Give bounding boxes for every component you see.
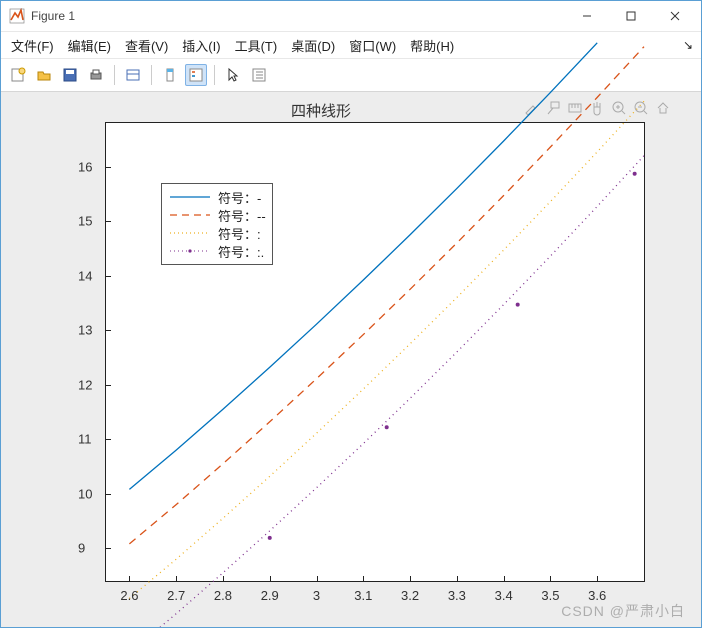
- ruler-icon[interactable]: [567, 100, 583, 119]
- legend[interactable]: 符号：- 符号：-- 符号：: 符号：:.: [161, 183, 273, 265]
- legend-entry-dashdot[interactable]: 符号：:.: [168, 242, 266, 260]
- menu-insert[interactable]: 插入(I): [182, 36, 220, 55]
- home-icon[interactable]: [655, 100, 671, 119]
- new-figure-button[interactable]: [7, 64, 29, 86]
- legend-entry-dashed[interactable]: 符号：--: [168, 206, 266, 224]
- menu-view[interactable]: 查看(V): [125, 36, 168, 55]
- menu-window[interactable]: 窗口(W): [349, 36, 396, 55]
- legend-entry-solid[interactable]: 符号：-: [168, 188, 266, 206]
- pan-icon[interactable]: [589, 100, 605, 119]
- x-tick-label: 2.6: [120, 588, 138, 603]
- x-tick-label: 3.5: [541, 588, 559, 603]
- menu-tools[interactable]: 工具(T): [235, 36, 278, 55]
- figure-canvas[interactable]: 四种线形 符号：- 符号：--: [1, 92, 701, 627]
- y-tick-label: 11: [78, 432, 92, 447]
- legend-label: 符号：--: [218, 206, 266, 225]
- brush-icon[interactable]: [523, 100, 539, 119]
- legend-entry-dotted[interactable]: 符号：:: [168, 224, 266, 242]
- x-tick-label: 3.4: [495, 588, 513, 603]
- window-title: Figure 1: [31, 9, 75, 23]
- menu-desktop[interactable]: 桌面(D): [291, 36, 335, 55]
- menu-help[interactable]: 帮助(H): [410, 36, 454, 55]
- open-button[interactable]: [33, 64, 55, 86]
- y-tick-label: 9: [78, 541, 85, 556]
- x-tick-label: 3.1: [354, 588, 372, 603]
- legend-label: 符号：:.: [218, 242, 264, 261]
- pointer-button[interactable]: [222, 64, 244, 86]
- x-tick-label: 3.2: [401, 588, 419, 603]
- watermark: CSDN @严肃小白: [561, 601, 685, 621]
- y-tick-label: 16: [78, 159, 92, 174]
- matlab-icon: [9, 8, 25, 24]
- titlebar: Figure 1: [1, 1, 701, 32]
- x-tick-label: 2.9: [261, 588, 279, 603]
- toolbar: [1, 59, 701, 92]
- print-button[interactable]: [85, 64, 107, 86]
- menu-edit[interactable]: 编辑(E): [68, 36, 111, 55]
- close-button[interactable]: [653, 2, 697, 30]
- datatip-icon[interactable]: [545, 100, 561, 119]
- menu-file[interactable]: 文件(F): [11, 36, 54, 55]
- toolbar-separator: [214, 65, 215, 85]
- menubar: 文件(F) 编辑(E) 查看(V) 插入(I) 工具(T) 桌面(D) 窗口(W…: [1, 32, 701, 59]
- colorbar-button[interactable]: [159, 64, 181, 86]
- toolbar-separator: [151, 65, 152, 85]
- figure-window: Figure 1 文件(F) 编辑(E) 查看(V) 插入(I) 工具(T) 桌…: [0, 0, 702, 628]
- x-tick-label: 2.7: [167, 588, 185, 603]
- x-tick-label: 3: [313, 588, 320, 603]
- maximize-button[interactable]: [609, 2, 653, 30]
- axes[interactable]: 符号：- 符号：-- 符号：: 符号：:. 2.62.72.82.933.13.…: [105, 122, 645, 582]
- legend-button[interactable]: [185, 64, 207, 86]
- y-tick-label: 12: [78, 377, 92, 392]
- zoom-in-icon[interactable]: [611, 100, 627, 119]
- x-tick-label: 2.8: [214, 588, 232, 603]
- toolbar-separator: [114, 65, 115, 85]
- y-tick-label: 13: [78, 323, 92, 338]
- y-tick-label: 10: [78, 486, 92, 501]
- legend-label: 符号：:: [218, 224, 261, 243]
- minimize-button[interactable]: [565, 2, 609, 30]
- link-button[interactable]: [122, 64, 144, 86]
- y-tick-label: 14: [78, 268, 92, 283]
- axes-toolbar: [523, 100, 671, 119]
- y-tick-label: 15: [78, 214, 92, 229]
- legend-label: 符号：-: [218, 188, 261, 207]
- dock-arrow-icon[interactable]: ↘: [683, 38, 693, 52]
- properties-button[interactable]: [248, 64, 270, 86]
- zoom-out-icon[interactable]: [633, 100, 649, 119]
- save-button[interactable]: [59, 64, 81, 86]
- x-tick-label: 3.3: [448, 588, 466, 603]
